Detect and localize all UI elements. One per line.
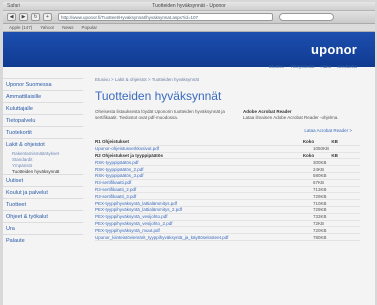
table-row[interactable]: PEX-tyyppihyväksyntä_vesijohto.pdf 733KB: [95, 214, 360, 221]
file-link[interactable]: R3-sertifikaatti_2.pdf: [95, 187, 313, 192]
file-link[interactable]: PEX-tyyppihyväksyntä_vesijohto_2.pdf: [95, 221, 313, 226]
file-link[interactable]: PEX-tyyppihyväksyntä_vesijohto.pdf: [95, 214, 313, 219]
file-size: 300KB: [313, 159, 327, 165]
file-link[interactable]: R3-sertifikaatti_3.pdf: [95, 194, 313, 199]
utility-link-home[interactable]: Etusivu: [269, 64, 284, 69]
header-size: Koko: [302, 152, 315, 158]
sidebar-item-tuotekortit[interactable]: Tuotekortit: [3, 126, 83, 138]
file-size: 780KB: [313, 234, 327, 240]
browser-toolbar: ◀ ▶ ↻ + http://www.uponor.fi/Tuotteet/Hy…: [3, 11, 375, 24]
bookmark-item[interactable]: Popular: [81, 25, 97, 30]
table-row[interactable]: RSK-tyyppipäätös_3.pdf 580KB: [95, 173, 360, 180]
forward-icon[interactable]: ▶: [19, 13, 28, 21]
uponor-logo[interactable]: uponor: [311, 42, 357, 57]
sidebar-item-uponor-suomessa[interactable]: Uponor Suomessa: [3, 78, 83, 90]
sidebar-item-uutiset[interactable]: Uutiset: [3, 174, 83, 186]
header-kb: KB: [331, 152, 338, 158]
table-row[interactable]: R3-sertifikaatti_3.pdf 729KB: [95, 193, 360, 201]
file-link[interactable]: PEX-tyyppihyväksyntä_lattialämmitys.pdf: [95, 201, 313, 206]
sidebar-item-ohjeet[interactable]: Ohjeet & työkalut: [3, 210, 83, 222]
table-header: R1 Ohjeistukset Koko KB: [95, 139, 360, 146]
file-link[interactable]: PEX-tyyppihyväksyntä_lattialämmitys_2.pd…: [95, 207, 313, 212]
file-link[interactable]: RSK-tyyppipäätös_2.pdf: [95, 167, 313, 172]
table-header: R2 Ohjeistukset ja tyyppipäätös Koko KB: [95, 153, 360, 160]
sidebar-item-ammattilaisille[interactable]: Ammattilaisille: [3, 90, 83, 102]
sidebar-nav: Uponor Suomessa Ammattilaisille Kuluttaj…: [3, 78, 83, 246]
file-size: 72KB: [313, 220, 325, 226]
file-size: 733KB: [313, 214, 327, 220]
file-size: 67KB: [313, 180, 325, 186]
bookmark-item[interactable]: Apple (147): [9, 25, 32, 30]
utility-nav: Etusivu Yhteystiedot Haku Sivukartta: [269, 64, 357, 69]
file-size: 580KB: [313, 173, 327, 179]
header-name: R1 Ohjeistukset: [95, 139, 130, 145]
add-bookmark-icon[interactable]: +: [43, 13, 52, 21]
search-input[interactable]: [279, 13, 334, 21]
bookmark-item[interactable]: News: [62, 25, 73, 30]
sidebar-item-tietopalvelu[interactable]: Tietopalvelu: [3, 114, 83, 126]
file-link[interactable]: Uponor-ohjeistusverkkosivut.pdf: [95, 146, 313, 151]
file-size: 713KB: [313, 186, 327, 192]
file-link[interactable]: RSK-tyyppipäätös.pdf: [95, 160, 313, 165]
header-kb: KB: [331, 139, 338, 145]
sidebar-item-koulut[interactable]: Koulut ja palvelut: [3, 186, 83, 198]
file-link[interactable]: PEX-tyyppihyväksyntä_muut.pdf: [95, 228, 313, 233]
main-content: Etusivu > Lakit & ohjeistot > Tuotteiden…: [95, 72, 360, 241]
table-row[interactable]: PEX-tyyppihyväksyntä_lattialämmitys_2.pd…: [95, 207, 360, 214]
table-row[interactable]: PEX-tyyppihyväksyntä_vesijohto_2.pdf 72K…: [95, 221, 360, 228]
table-row[interactable]: Uponor-ohjeistusverkkosivut.pdf 1050KB: [95, 146, 360, 153]
breadcrumb[interactable]: Etusivu > Lakit & ohjeistot > Tuotteiden…: [95, 77, 360, 82]
sidebar-item-lakit-ohjeistot[interactable]: Lakit & ohjeistot: [3, 138, 83, 150]
file-link[interactable]: Uponor_kiinteistöviemärit_tyyppihyväksyn…: [95, 235, 313, 240]
file-link[interactable]: R3-sertifikaatti.pdf: [95, 180, 313, 185]
table-row[interactable]: PEX-tyyppihyväksyntä_muut.pdf 720KB: [95, 227, 360, 235]
utility-link-contact[interactable]: Yhteystiedot: [290, 64, 315, 69]
sidebar-item-palaute[interactable]: Palaute: [3, 234, 83, 246]
sidebar-item-kuluttajalle[interactable]: Kuluttajalle: [3, 102, 83, 114]
intro-row: Oheisesta listauksesta löydät Uponorin t…: [95, 109, 360, 121]
utility-link-sitemap[interactable]: Sivukartta: [337, 64, 357, 69]
acrobat-download-link[interactable]: Lataa Acrobat Reader >: [95, 128, 360, 133]
file-size: 24KB: [313, 166, 325, 172]
file-size: 1050KB: [313, 146, 330, 152]
table-row[interactable]: R3-sertifikaatti_2.pdf 713KB: [95, 187, 360, 194]
header-size: Koko: [302, 139, 315, 145]
header-name: R2 Ohjeistukset ja tyyppipäätös: [95, 152, 164, 158]
adobe-text: Lataa ilmainen Adobe Acrobat Reader -ohj…: [243, 115, 339, 120]
utility-link-search[interactable]: Haku: [320, 64, 331, 69]
adobe-info: Adobe Acrobat Reader Lataa ilmainen Adob…: [243, 109, 358, 121]
reload-icon[interactable]: ↻: [31, 13, 40, 21]
sidebar-item-tuotteet[interactable]: Tuotteet: [3, 198, 83, 210]
file-size: 729KB: [313, 193, 327, 199]
address-bar[interactable]: http://www.uponor.fi/Tuotteet/Hyvaksynna…: [58, 13, 273, 21]
bookmark-item[interactable]: Yahoo!: [40, 25, 54, 30]
file-link[interactable]: RSK-tyyppipäätös_3.pdf: [95, 173, 313, 178]
site-header: uponor: [3, 32, 375, 67]
file-size: 729KB: [313, 207, 327, 213]
table-row[interactable]: R3-sertifikaatti.pdf 67KB: [95, 180, 360, 187]
window-title: Tuotteiden hyväksynnät - Uponor: [152, 3, 226, 9]
bookmarks-bar: Apple (147) Yahoo! News Popular: [3, 24, 375, 32]
title-bar: Safari Tuotteiden hyväksynnät - Uponor: [3, 2, 375, 11]
intro-text: Oheisesta listauksesta löydät Uponorin t…: [95, 109, 225, 120]
table-row[interactable]: Uponor_kiinteistöviemärit_tyyppihyväksyn…: [95, 234, 360, 241]
address-text: http://www.uponor.fi/Tuotteet/Hyvaksynna…: [61, 14, 199, 20]
file-size: 710KB: [313, 200, 327, 206]
page-title: Tuotteiden hyväksynnät: [95, 89, 222, 103]
back-icon[interactable]: ◀: [7, 13, 16, 21]
table-row[interactable]: RSK-tyyppipäätös_2.pdf 24KB: [95, 166, 360, 173]
table-row[interactable]: RSK-tyyppipäätös.pdf 300KB: [95, 159, 360, 167]
table-row[interactable]: PEX-tyyppihyväksyntä_lattialämmitys.pdf …: [95, 200, 360, 207]
sidebar-item-ura[interactable]: Ura: [3, 222, 83, 234]
file-size: 720KB: [313, 227, 327, 233]
approvals-table: R1 Ohjeistukset Koko KB Uponor-ohjeistus…: [95, 139, 360, 241]
